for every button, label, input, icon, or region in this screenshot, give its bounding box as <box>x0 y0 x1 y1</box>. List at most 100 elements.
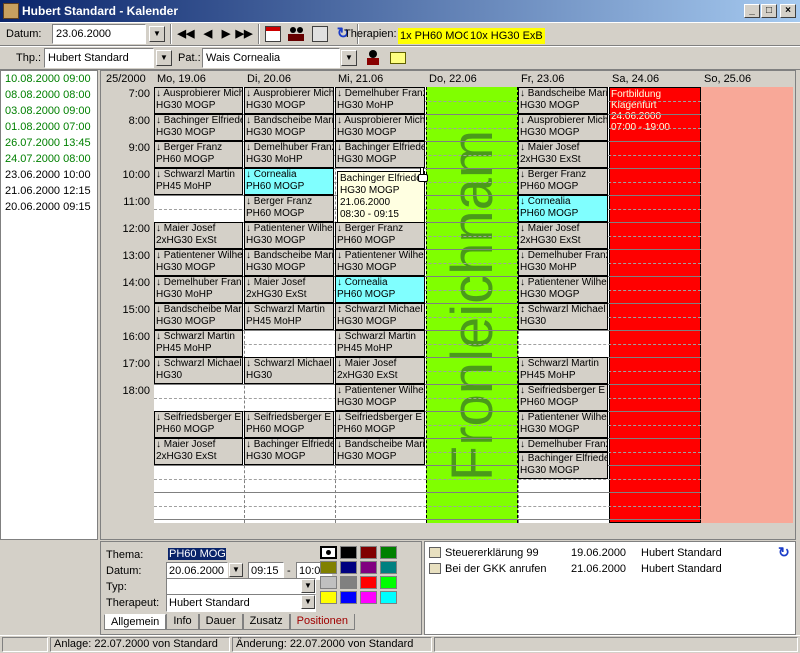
color-swatch[interactable] <box>360 561 377 574</box>
users-icon[interactable] <box>288 26 304 42</box>
appointment[interactable]: ↓ Maier Josef 2xHG30 ExSt <box>244 276 334 303</box>
arrow-right-icon[interactable] <box>390 52 406 64</box>
list-item[interactable]: 26.07.2000 13:45 <box>1 135 97 151</box>
appointment[interactable]: ↓ Maier Josef 2xHG30 ExSt <box>154 438 243 465</box>
appointment[interactable]: ↓ Seifriedsberger E PH60 MOGP <box>518 384 608 411</box>
task-title[interactable]: Steuererklärung 99 <box>445 546 539 560</box>
appointment[interactable]: ↓ Demelhuber Franz HG30 MoHP <box>335 87 425 114</box>
day-header[interactable]: Sa, 24.06 <box>609 71 701 87</box>
last-week-button[interactable]: ▶▶ <box>234 24 254 44</box>
color-swatch[interactable] <box>320 546 337 559</box>
list-item[interactable]: 08.08.2000 08:00 <box>1 87 97 103</box>
prev-week-button[interactable]: ◀ <box>198 24 218 44</box>
person-search-icon[interactable] <box>366 50 380 66</box>
tab-zusatz[interactable]: Zusatz <box>242 614 290 630</box>
day-header[interactable]: Do, 22.06 <box>426 71 518 87</box>
appointment[interactable]: ↓ Ausprobierer Mich HG30 MOGP <box>244 87 334 114</box>
appointment[interactable]: ↓ Schwarzl Martin PH45 MoHP <box>244 303 334 330</box>
appointment[interactable]: ↓ Patientener Wilhe HG30 MOGP <box>518 411 608 438</box>
color-swatch[interactable] <box>340 546 357 559</box>
list-item[interactable]: 20.06.2000 09:15 <box>1 199 97 215</box>
appointment[interactable]: ↓ Demelhuber Franz HG30 MoHP <box>518 249 608 276</box>
first-week-button[interactable]: ◀◀ <box>176 24 196 44</box>
date-combo[interactable]: 23.06.2000 <box>52 24 146 44</box>
color-swatch[interactable] <box>320 561 337 574</box>
tab-positionen[interactable]: Positionen <box>289 614 356 630</box>
appointment[interactable]: ↓ Maier Josef 2xHG30 ExSt <box>518 141 608 168</box>
day-header[interactable]: Mo, 19.06 <box>154 71 244 87</box>
chevron-down-icon[interactable]: ▼ <box>149 26 165 42</box>
tab-allgemein[interactable]: Allgemein <box>104 614 167 630</box>
therapist-combo[interactable]: Hubert Standard <box>44 48 154 68</box>
appointment[interactable]: ↓ Ausprobierer Mich HG30 MOGP <box>335 114 425 141</box>
appointment[interactable]: ↓ Bandscheibe Mari HG30 MOGP <box>154 303 243 330</box>
color-swatch[interactable] <box>340 561 357 574</box>
appointment[interactable]: ↓ Schwarzl Martin PH45 MoHP <box>154 168 243 195</box>
chevron-down-icon[interactable]: ▼ <box>156 50 172 66</box>
color-swatch[interactable] <box>360 576 377 589</box>
appointment[interactable]: ↓ Schwarzl Martin PH45 MoHP <box>154 330 243 357</box>
appointment[interactable]: ↓ Bachinger Elfriede HG30 MOGP <box>244 438 334 465</box>
appointment[interactable]: ↓ Cornealia PH60 MOGP <box>518 195 608 222</box>
appointment[interactable]: ↓ Patientener Wilhe HG30 MOGP <box>244 222 334 249</box>
appointment[interactable]: ↓ Schwarzl Michael HG30 <box>154 357 243 384</box>
appointment[interactable]: ↓ Bandscheibe Mari HG30 MOGP <box>244 114 334 141</box>
therapeut-field[interactable]: Hubert Standard <box>166 594 316 612</box>
appointment[interactable]: ↓ Ausprobierer Mich HG30 MOGP <box>154 87 243 114</box>
appointment[interactable]: ↓ Maier Josef 2xHG30 ExSt <box>518 222 608 249</box>
refresh-icon[interactable]: ↻ <box>778 544 790 561</box>
appointment[interactable]: ↓ Berger Franz PH60 MOGP <box>244 195 334 222</box>
appointment[interactable]: ↓ Demelhuber Franz HG30 MoHP <box>244 141 334 168</box>
appointment[interactable]: ↓ Bandscheibe Mari HG30 MOGP <box>518 87 608 114</box>
appointment[interactable]: ↓ Patientener Wilhe HG30 MOGP <box>518 276 608 303</box>
day-column-do-holiday[interactable]: Fronleichnam <box>426 87 518 523</box>
list-item[interactable]: 24.07.2000 08:00 <box>1 151 97 167</box>
task-title[interactable]: Bei der GKK anrufen <box>445 562 547 576</box>
appointment[interactable]: ↓ Berger Franz PH60 MOGP <box>335 222 425 249</box>
chevron-down-icon[interactable]: ▼ <box>229 563 243 577</box>
color-swatch[interactable] <box>360 546 377 559</box>
color-swatch[interactable] <box>320 591 337 604</box>
appointment[interactable]: ↓ Berger Franz PH60 MOGP <box>154 141 243 168</box>
chevron-down-icon[interactable]: ▼ <box>301 595 315 609</box>
color-swatch[interactable] <box>380 591 397 604</box>
appointment[interactable]: ↓ Berger Franz PH60 MOGP <box>518 168 608 195</box>
tab-dauer[interactable]: Dauer <box>198 614 243 630</box>
chevron-down-icon[interactable]: ▼ <box>301 579 315 593</box>
day-column-so[interactable] <box>701 87 793 523</box>
appointment[interactable]: ↓ Ausprobierer Mich HG30 MOGP <box>518 114 608 141</box>
day-header[interactable]: So, 25.06 <box>701 71 793 87</box>
appointment[interactable]: ↓ Cornealia PH60 MOGP <box>335 276 425 303</box>
appointment[interactable]: ↕ Schwarzl Michael HG30 MOGP <box>335 303 425 330</box>
color-swatch[interactable] <box>340 591 357 604</box>
appointment[interactable]: ↓ Schwarzl Michael HG30 <box>244 357 334 384</box>
color-swatch[interactable] <box>320 576 337 589</box>
color-swatch[interactable] <box>380 546 397 559</box>
color-swatch[interactable] <box>380 576 397 589</box>
day-column-sa[interactable]: Fortbildung Klagenfurt 24.06.2000 07:00 … <box>609 87 701 523</box>
appointment[interactable]: ↓ Demelhuber Franz HG30 MoHP <box>154 276 243 303</box>
appointment[interactable]: ↓ Maier Josef 2xHG30 ExSt <box>335 357 425 384</box>
therapy-badge-2[interactable]: 10x HG30 ExB <box>468 28 545 44</box>
list-item[interactable]: 10.08.2000 09:00 <box>1 71 97 87</box>
tab-info[interactable]: Info <box>166 614 199 630</box>
appointment[interactable]: ↓ Patientener Wilhe HG30 MOGP <box>154 249 243 276</box>
day-header[interactable]: Mi, 21.06 <box>335 71 426 87</box>
appointment[interactable]: ↓ Seifriedsberger E PH60 MOGP <box>335 411 425 438</box>
patient-combo[interactable]: Wais Cornealia <box>202 48 340 68</box>
appointment[interactable]: ↓ Bachinger Elfriede HG30 MOGP <box>335 141 425 168</box>
appointment[interactable]: ↓ Seifriedsberger E PH60 MOGP <box>244 411 334 438</box>
list-item[interactable]: 03.08.2000 09:00 <box>1 103 97 119</box>
color-swatch[interactable] <box>380 561 397 574</box>
appointment[interactable]: ↓ Bachinger Elfriede HG30 MOGP <box>518 451 608 479</box>
appointment[interactable]: ↓ Bandscheibe Mari HG30 MOGP <box>335 438 425 465</box>
list-item[interactable]: 21.06.2000 12:15 <box>1 183 97 199</box>
appointment[interactable]: ↓ Patientener Wilhe HG30 MOGP <box>335 249 425 276</box>
day-header[interactable]: Fr, 23.06 <box>518 71 609 87</box>
list-item[interactable]: 23.06.2000 10:00 <box>1 167 97 183</box>
list-item[interactable]: 01.08.2000 07:00 <box>1 119 97 135</box>
appointment[interactable]: ↓ Seifriedsberger E PH60 MOGP <box>154 411 243 438</box>
appointment[interactable]: ↓ Patientener Wilhe HG30 MOGP <box>335 384 425 411</box>
calendar-icon[interactable] <box>265 26 281 42</box>
properties-icon[interactable] <box>312 26 328 42</box>
